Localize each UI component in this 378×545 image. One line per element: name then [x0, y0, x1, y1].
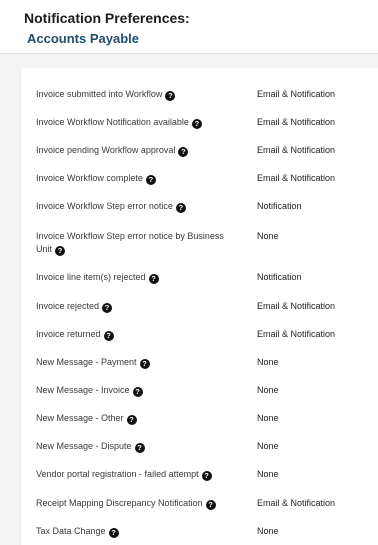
- question-circle-icon[interactable]: ?: [178, 147, 189, 157]
- question-circle-icon[interactable]: ?: [205, 500, 216, 510]
- preference-value[interactable]: None: [257, 384, 279, 397]
- preference-value[interactable]: None: [257, 412, 279, 425]
- preference-label: New Message - Dispute?: [36, 440, 236, 453]
- question-circle-icon[interactable]: ?: [126, 415, 137, 425]
- preference-label: New Message - Other?: [36, 412, 236, 425]
- preference-value[interactable]: None: [257, 468, 279, 481]
- preference-label: Tax Data Change?: [36, 525, 236, 538]
- preference-value[interactable]: None: [257, 525, 279, 538]
- preference-label: Invoice submitted into Workflow?: [36, 88, 236, 101]
- preference-value[interactable]: None: [257, 230, 279, 243]
- preference-value[interactable]: None: [257, 356, 279, 369]
- question-circle-icon[interactable]: ?: [108, 528, 119, 538]
- preference-label: Vendor portal registration - failed atte…: [36, 468, 251, 481]
- preference-value[interactable]: Notification: [257, 271, 302, 284]
- preference-value[interactable]: None: [257, 440, 279, 453]
- preferences-list: Invoice submitted into Workflow? Email &…: [20, 68, 378, 545]
- question-circle-icon[interactable]: ?: [148, 274, 159, 284]
- preference-value[interactable]: Email & Notification: [257, 144, 335, 157]
- question-circle-icon[interactable]: ?: [165, 91, 176, 101]
- page-header: Notification Preferences: Accounts Payab…: [0, 0, 378, 54]
- preference-label: Invoice Workflow Step error notice?: [36, 200, 236, 213]
- question-circle-icon[interactable]: ?: [132, 387, 143, 397]
- preference-value[interactable]: Email & Notification: [257, 497, 335, 510]
- preference-label: Invoice Workflow Step error notice by Bu…: [36, 231, 224, 256]
- page-title: Notification Preferences:: [24, 10, 190, 26]
- preference-label: Invoice Workflow Notification available?: [36, 116, 236, 129]
- preference-value[interactable]: Notification: [257, 200, 302, 213]
- preference-value[interactable]: Email & Notification: [257, 172, 335, 185]
- question-circle-icon[interactable]: ?: [103, 331, 114, 341]
- preference-value[interactable]: Email & Notification: [257, 300, 335, 313]
- preference-label: Receipt Mapping Discrepancy Notification…: [36, 497, 251, 510]
- question-circle-icon[interactable]: ?: [134, 443, 145, 453]
- question-circle-icon[interactable]: ?: [175, 203, 186, 213]
- preference-label: Invoice returned?: [36, 328, 236, 341]
- question-circle-icon[interactable]: ?: [145, 175, 156, 185]
- page-subtitle: Accounts Payable: [27, 31, 139, 46]
- preference-value[interactable]: Email & Notification: [257, 88, 335, 101]
- question-circle-icon[interactable]: ?: [55, 246, 66, 256]
- preference-label: New Message - Invoice?: [36, 384, 236, 397]
- preference-label: Invoice line item(s) rejected?: [36, 271, 236, 284]
- question-circle-icon[interactable]: ?: [139, 359, 150, 369]
- preference-value[interactable]: Email & Notification: [257, 328, 335, 341]
- preference-label: Invoice pending Workflow approval?: [36, 144, 236, 157]
- question-circle-icon[interactable]: ?: [201, 471, 212, 481]
- preference-label: New Message - Payment?: [36, 356, 236, 369]
- preference-label: Invoice rejected?: [36, 300, 236, 313]
- preference-value[interactable]: Email & Notification: [257, 116, 335, 129]
- preference-label: Invoice Workflow complete?: [36, 172, 236, 185]
- question-circle-icon[interactable]: ?: [191, 119, 202, 129]
- question-circle-icon[interactable]: ?: [102, 303, 113, 313]
